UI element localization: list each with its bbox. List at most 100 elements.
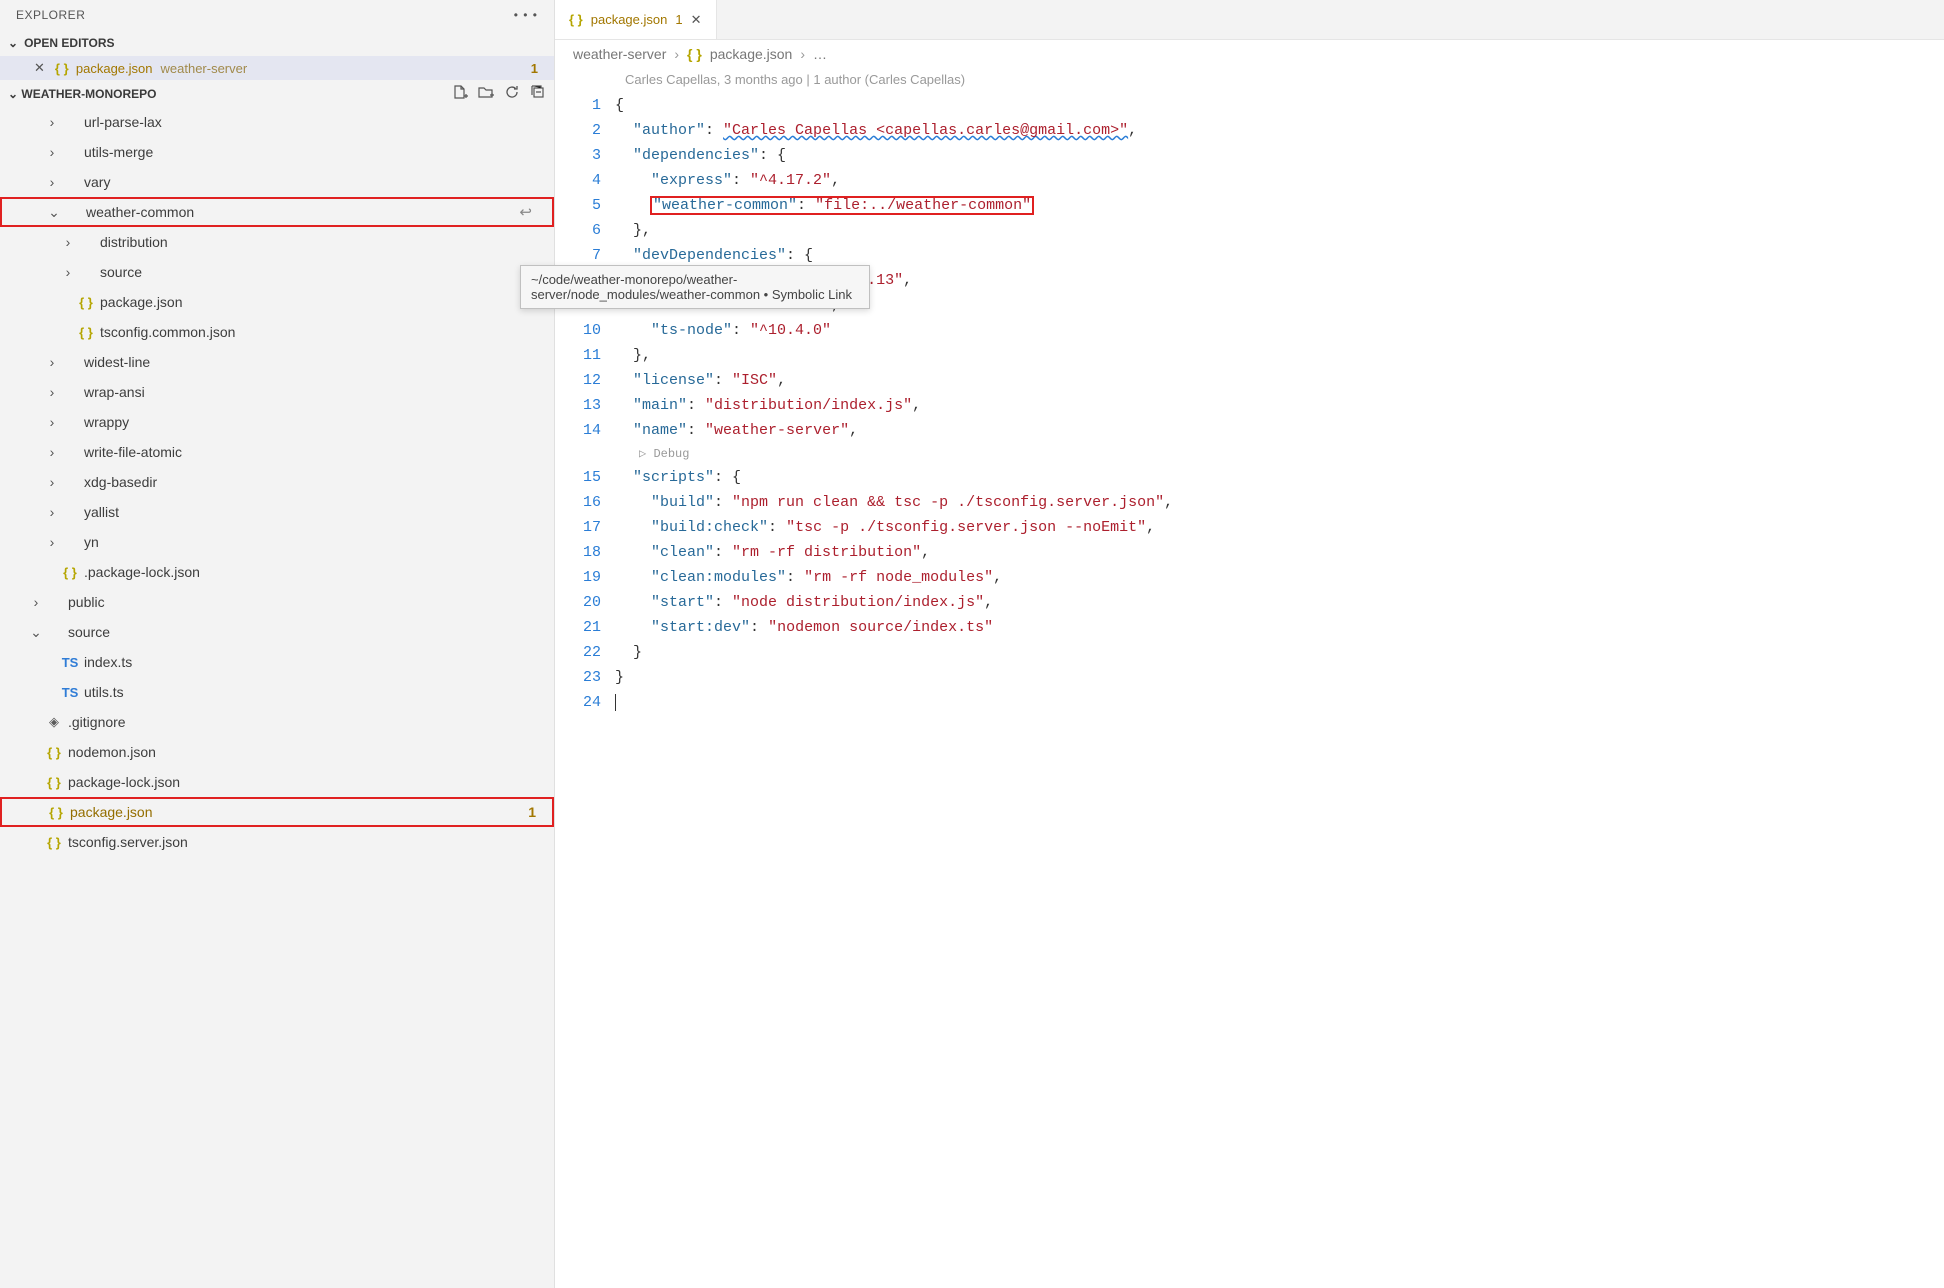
highlighted-dependency: "weather-common": "file:../weather-commo… (651, 197, 1033, 214)
workspace-header[interactable]: ⌄ WEATHER-MONOREPO (0, 80, 554, 107)
line-number: 20 (555, 590, 601, 615)
tab-package-json[interactable]: { } package.json 1 ✕ (555, 0, 717, 39)
breadcrumb[interactable]: weather-server › { } package.json › … (555, 40, 1944, 68)
tree-item-label: index.ts (84, 654, 546, 670)
new-file-icon[interactable] (452, 84, 468, 103)
collapse-all-icon[interactable] (530, 84, 546, 103)
tree-file[interactable]: TSindex.ts (0, 647, 554, 677)
tab-close-icon[interactable]: ✕ (691, 12, 702, 28)
explorer-title: EXPLORER (16, 8, 85, 22)
line-number: 3 (555, 143, 601, 168)
tree-item-label: tsconfig.server.json (68, 834, 546, 850)
tree-folder[interactable]: ›yallist (0, 497, 554, 527)
tree-item-label: source (100, 264, 546, 280)
tree-item-label: package.json (70, 804, 544, 820)
tree-item-label: nodemon.json (68, 744, 546, 760)
json-icon: { } (60, 565, 80, 580)
tree-folder[interactable]: ›public (0, 587, 554, 617)
tree-file[interactable]: { }package.json (0, 287, 554, 317)
open-editors-header[interactable]: ⌄ OPEN EDITORS (0, 30, 554, 56)
explorer-more-icon[interactable]: • • • (514, 8, 538, 22)
line-number: 16 (555, 490, 601, 515)
tree-folder[interactable]: ›url-parse-lax (0, 107, 554, 137)
json-icon: { } (76, 295, 96, 310)
tree-folder[interactable]: ›yn (0, 527, 554, 557)
tab-filename: package.json (591, 12, 668, 27)
chevron-right-icon: › (44, 144, 60, 160)
explorer-header: EXPLORER • • • (0, 0, 554, 30)
new-folder-icon[interactable] (478, 84, 494, 103)
tree-item-label: weather-common (86, 204, 544, 220)
tab-modified-badge: 1 (675, 12, 682, 27)
chevron-right-icon: › (28, 594, 44, 610)
tree-file[interactable]: { }nodemon.json (0, 737, 554, 767)
chevron-right-icon: › (44, 384, 60, 400)
tree-folder[interactable]: › utils-merge (0, 137, 554, 167)
tree-item-label: utils-merge (84, 144, 546, 160)
chevron-right-icon: › (44, 444, 60, 460)
tree-item-label: wrap-ansi (84, 384, 546, 400)
open-editor-item[interactable]: ✕ { } package.json weather-server 1 (0, 56, 554, 80)
chevron-right-icon: › (44, 354, 60, 370)
problems-badge: 1 (528, 804, 536, 820)
tree-file[interactable]: { }package.json1 (0, 797, 554, 827)
tree-folder[interactable]: ›wrappy (0, 407, 554, 437)
chevron-right-icon: › (60, 234, 76, 250)
tree-file[interactable]: TSutils.ts (0, 677, 554, 707)
code-editor[interactable]: 123456789101112131415161718192021222324 … (555, 93, 1944, 735)
tree-item-label: .package-lock.json (84, 564, 546, 580)
tree-folder[interactable]: › source (0, 257, 554, 287)
chevron-down-icon: ⌄ (8, 87, 18, 101)
explorer-sidebar: EXPLORER • • • ⌄ OPEN EDITORS ✕ { } pack… (0, 0, 555, 1288)
line-number-gutter: 123456789101112131415161718192021222324 (555, 93, 615, 715)
line-number: 14 (555, 418, 601, 443)
breadcrumb-more[interactable]: … (813, 46, 827, 62)
json-icon: { } (687, 46, 702, 62)
chevron-right-icon: › (44, 474, 60, 490)
tree-item-label: distribution (100, 234, 546, 250)
line-number: 22 (555, 640, 601, 665)
tree-folder[interactable]: ›widest-line (0, 347, 554, 377)
tree-folder[interactable]: › distribution (0, 227, 554, 257)
tree-item-label: tsconfig.common.json (100, 324, 546, 340)
debug-codelens[interactable]: ▷ Debug (615, 443, 1944, 465)
line-number: 18 (555, 540, 601, 565)
tree-folder[interactable]: ›xdg-basedir (0, 467, 554, 497)
tree-item-label: package-lock.json (68, 774, 546, 790)
symlink-icon: ↩ (519, 203, 532, 221)
git-blame-annotation: Carles Capellas, 3 months ago | 1 author… (555, 68, 1944, 93)
tree-file[interactable]: { } .package-lock.json (0, 557, 554, 587)
tree-folder[interactable]: ›write-file-atomic (0, 437, 554, 467)
chevron-right-icon: › (60, 264, 76, 280)
tree-file[interactable]: { }package-lock.json (0, 767, 554, 797)
code-content[interactable]: { "author": "Carles Capellas <capellas.c… (615, 93, 1944, 715)
tree-item-label: url-parse-lax (84, 114, 546, 130)
file-tree: ›url-parse-lax›utils-merge›vary⌄weather-… (0, 107, 554, 1288)
tree-folder[interactable]: ⌄weather-common↩ (0, 197, 554, 227)
line-number: 19 (555, 565, 601, 590)
tree-file[interactable]: { }tsconfig.server.json (0, 827, 554, 857)
json-icon: { } (569, 12, 583, 27)
chevron-down-icon: ⌄ (8, 36, 18, 50)
line-number: 5 (555, 193, 601, 218)
problems-badge: 1 (531, 61, 538, 76)
ts-icon: TS (60, 685, 80, 700)
open-editors-label: OPEN EDITORS (24, 36, 114, 50)
tree-item-label: vary (84, 174, 546, 190)
chevron-right-icon: › (44, 534, 60, 550)
refresh-icon[interactable] (504, 84, 520, 103)
line-number: 1 (555, 93, 601, 118)
tree-file[interactable]: ◈.gitignore (0, 707, 554, 737)
gitignore-icon: ◈ (44, 714, 64, 730)
tree-file[interactable]: { }tsconfig.common.json (0, 317, 554, 347)
tree-folder[interactable]: › wrap-ansi (0, 377, 554, 407)
tree-item-label: yallist (84, 504, 546, 520)
tree-folder[interactable]: ⌄source (0, 617, 554, 647)
close-icon[interactable]: ✕ (34, 60, 45, 76)
json-icon: { } (55, 61, 69, 76)
breadcrumb-folder[interactable]: weather-server (573, 46, 666, 62)
line-number: 10 (555, 318, 601, 343)
tree-folder[interactable]: ›vary (0, 167, 554, 197)
breadcrumb-file[interactable]: package.json (710, 46, 793, 62)
line-number: 2 (555, 118, 601, 143)
